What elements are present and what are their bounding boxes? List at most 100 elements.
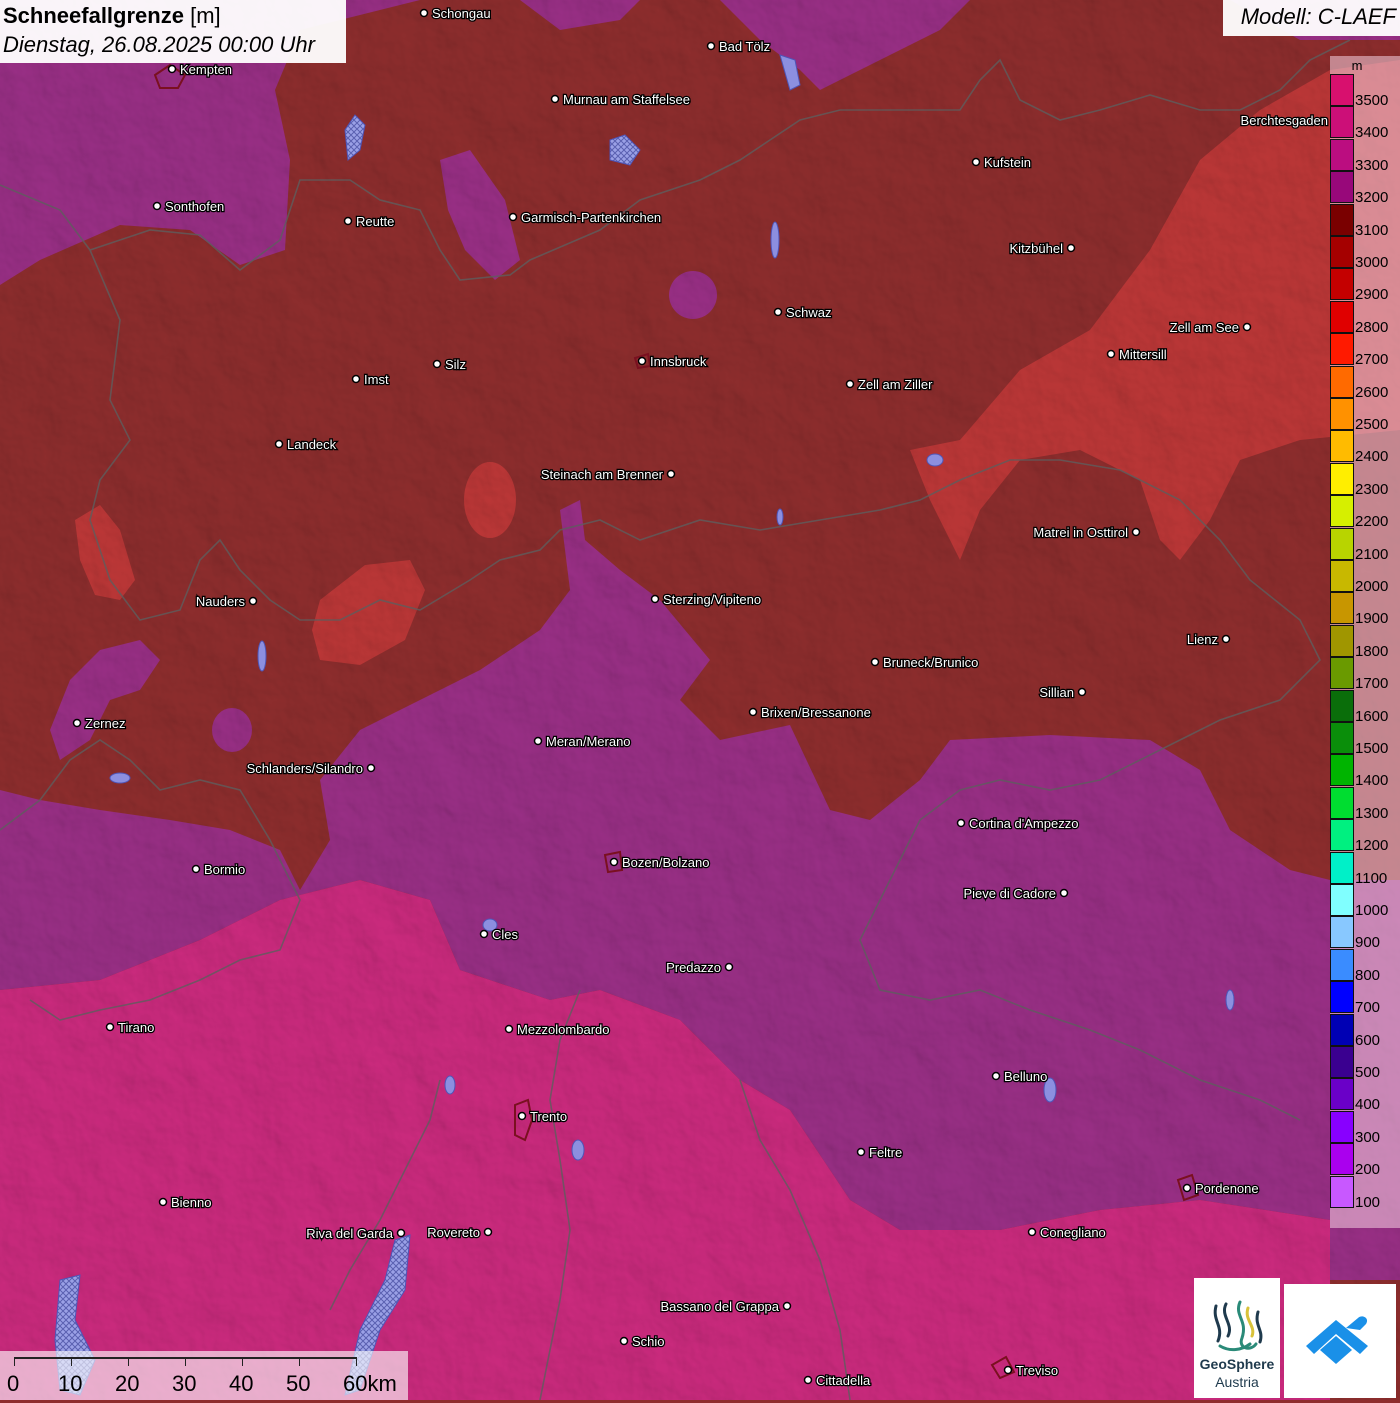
city-dot	[1027, 1227, 1037, 1237]
city-dot	[619, 1336, 629, 1346]
legend-label: 3100	[1355, 221, 1389, 239]
legend-label: 600	[1355, 1031, 1381, 1049]
city-dot	[517, 1111, 527, 1121]
city-dot	[72, 718, 82, 728]
city-label: Imst	[364, 372, 389, 387]
city-marker[interactable]: Zell am See	[1168, 319, 1252, 336]
city-label: Bienno	[171, 1195, 211, 1210]
city-dot	[724, 962, 734, 972]
city-dot	[152, 201, 162, 211]
legend-swatch	[1330, 948, 1354, 981]
city-marker[interactable]: Mezzolombardo	[504, 1021, 611, 1038]
city-label: Steinach am Brenner	[541, 467, 664, 482]
title-box: Schneefallgrenze [m] Dienstag, 26.08.202…	[0, 0, 346, 63]
city-marker[interactable]: Bassano del Grappa	[659, 1298, 792, 1315]
city-label: Landeck	[287, 437, 337, 452]
legend-label: 2900	[1355, 286, 1389, 304]
legend-label: 3500	[1355, 92, 1389, 109]
scale-tick	[356, 1357, 357, 1366]
legend-swatch	[1330, 884, 1354, 916]
city-dot	[1221, 634, 1231, 644]
legend-swatch	[1330, 657, 1354, 690]
city-marker[interactable]: Meran/Merano	[533, 733, 632, 750]
geosphere-logo-icon	[1213, 1300, 1263, 1352]
city-dot	[550, 94, 560, 104]
legend-swatch	[1330, 1078, 1354, 1111]
legend-label: 2600	[1355, 383, 1389, 401]
city-label: Trento	[530, 1109, 567, 1124]
city-dot	[167, 64, 177, 74]
legend-swatch	[1330, 106, 1354, 139]
city-dot	[483, 1227, 493, 1237]
city-marker[interactable]: Garmisch-Partenkirchen	[508, 209, 662, 226]
city-dot	[508, 212, 518, 222]
city-dot	[248, 596, 258, 606]
legend-label: 3000	[1355, 254, 1389, 271]
legend-swatch	[1330, 851, 1354, 884]
city-marker[interactable]: Matrei in Osttirol	[1032, 524, 1141, 541]
legend-label: 1700	[1355, 675, 1389, 693]
city-dot	[191, 864, 201, 874]
legend-swatch	[1330, 430, 1354, 463]
city-marker[interactable]: Sterzing/Vipiteno	[650, 591, 762, 608]
legend-label: 1100	[1355, 869, 1388, 887]
color-legend: m 3500 3400 3300 3200 3100 3000 2900 2800 2700 26…	[1330, 56, 1400, 1228]
city-dot	[432, 359, 442, 369]
city-label: Bozen/Bolzano	[622, 855, 709, 870]
legend-swatch	[1330, 916, 1354, 949]
city-label: Meran/Merano	[546, 734, 631, 749]
city-label: Berchtesgaden	[1241, 113, 1328, 128]
legend-label: 3200	[1355, 189, 1389, 207]
legend-swatch	[1330, 754, 1354, 787]
model-box: Modell: C-LAEF	[1223, 0, 1400, 36]
legend-label: 2200	[1355, 513, 1389, 531]
city-marker[interactable]: Pieve di Cadore	[962, 885, 1069, 902]
city-marker[interactable]: Conegliano	[1027, 1224, 1107, 1241]
city-marker[interactable]: Bruneck/Brunico	[870, 654, 980, 671]
model-label: Modell: C-LAEF	[1240, 4, 1396, 29]
scale-tick	[14, 1357, 15, 1366]
city-marker[interactable]: Zell am Ziller	[845, 376, 934, 393]
city-dot	[956, 818, 966, 828]
legend-swatch	[1330, 268, 1354, 301]
city-label: Sillian	[1039, 685, 1074, 700]
city-marker[interactable]: Steinach am Brenner	[540, 466, 676, 483]
geosphere-logo[interactable]: GeoSphere Austria	[1194, 1278, 1280, 1398]
city-marker[interactable]: Berchtesgaden	[1239, 112, 1341, 129]
legend-swatch	[1330, 203, 1354, 236]
city-marker[interactable]: Schlanders/Silandro	[245, 760, 376, 777]
city-label: Cortina d'Ampezzo	[969, 816, 1078, 831]
scale-label: 0	[7, 1371, 20, 1396]
geosphere-country: Austria	[1215, 1374, 1259, 1390]
city-label: Zernez	[85, 716, 125, 731]
city-marker[interactable]: Pordenone	[1182, 1180, 1260, 1197]
city-label: Bruneck/Brunico	[883, 655, 978, 670]
city-label: Schio	[632, 1334, 665, 1349]
city-dot	[706, 41, 716, 51]
city-marker[interactable]: Bozen/Bolzano	[609, 854, 711, 871]
snowline-map[interactable]: Schongau Bad Tölz Kempten Murnau am Staffel…	[0, 0, 1400, 1400]
legend-label: 1500	[1355, 740, 1389, 757]
city-label: Conegliano	[1040, 1225, 1106, 1240]
city-marker[interactable]: Riva del Garda	[305, 1225, 406, 1242]
city-dot	[637, 356, 647, 366]
city-label: Mezzolombardo	[517, 1022, 610, 1037]
legend-swatch	[1330, 560, 1354, 592]
city-dot	[1059, 888, 1069, 898]
legend-label: 500	[1355, 1064, 1381, 1081]
city-label: Brixen/Bressanone	[761, 705, 871, 720]
legend-label: 1800	[1355, 642, 1389, 660]
legend-label: 300	[1355, 1128, 1381, 1146]
city-marker[interactable]: Cortina d'Ampezzo	[956, 815, 1080, 832]
city-label: Zell am Ziller	[858, 377, 933, 392]
city-dot	[856, 1147, 866, 1157]
city-marker[interactable]: Murnau am Staffelsee	[550, 91, 691, 108]
city-label: Kempten	[180, 62, 232, 77]
mountain-logo[interactable]	[1284, 1284, 1396, 1398]
legend-label: 2400	[1355, 448, 1389, 466]
city-marker[interactable]: Brixen/Bressanone	[748, 704, 872, 721]
city-dot	[803, 1375, 813, 1385]
legend-swatch	[1330, 1110, 1354, 1143]
city-label: Matrei in Osttirol	[1033, 525, 1128, 540]
city-marker[interactable]: Sonthofen	[152, 198, 226, 215]
